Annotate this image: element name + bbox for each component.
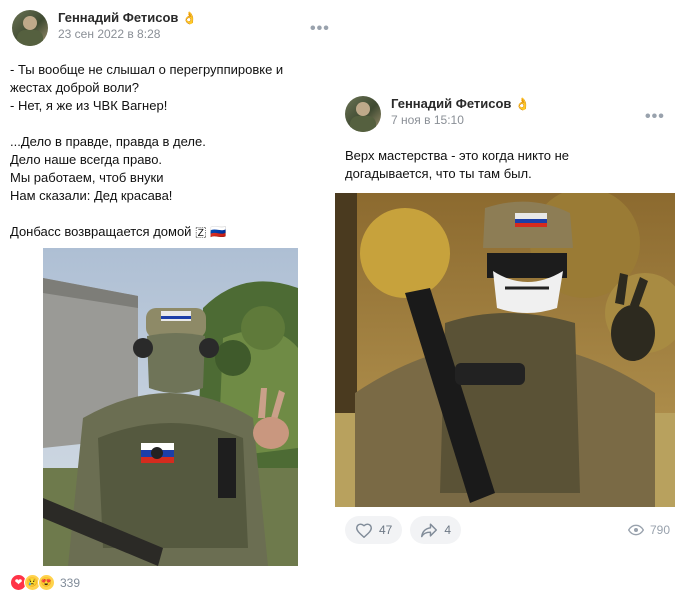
views-counter: 790 — [627, 523, 670, 537]
like-button[interactable]: 47 — [345, 516, 403, 544]
share-button[interactable]: 4 — [410, 516, 462, 544]
avatar[interactable] — [12, 10, 48, 46]
soldier-photo-2 — [335, 193, 675, 507]
author-emoji: 👌 — [182, 11, 197, 25]
post-left: Геннадий Фетисов 👌 23 сен 2022 в 8:28 ••… — [0, 0, 340, 600]
post-header: Геннадий Фетисов 👌 23 сен 2022 в 8:28 — [12, 10, 197, 46]
post-header: Геннадий Фетисов 👌 7 ноя в 15:10 — [345, 96, 530, 132]
like-count: 47 — [379, 523, 393, 537]
reactions-count: 339 — [60, 575, 81, 590]
post-meta: Геннадий Фетисов 👌 23 сен 2022 в 8:28 — [58, 10, 197, 41]
post-text: - Ты вообще не слышал о перегруппировке … — [10, 62, 284, 239]
eye-icon — [627, 524, 644, 536]
post-photo[interactable] — [43, 248, 298, 566]
share-count: 4 — [444, 523, 452, 537]
author-name-text[interactable]: Геннадий Фетисов — [58, 10, 178, 25]
post-date[interactable]: 23 сен 2022 в 8:28 — [58, 27, 197, 41]
more-options-button[interactable]: ••• — [310, 20, 330, 38]
action-bar: 47 4 — [345, 516, 469, 544]
post-meta: Геннадий Фетисов 👌 7 ноя в 15:10 — [391, 96, 530, 127]
post-date[interactable]: 7 ноя в 15:10 — [391, 113, 530, 127]
author-emoji: 👌 — [515, 97, 530, 111]
share-icon — [421, 523, 438, 538]
heart-icon — [355, 523, 373, 538]
author-name[interactable]: Геннадий Фетисов 👌 — [58, 10, 197, 25]
more-options-button[interactable]: ••• — [645, 108, 665, 126]
author-name-text[interactable]: Геннадий Фетисов — [391, 96, 511, 111]
post-text: Верх мастерства - это когда никто не дог… — [345, 148, 570, 181]
author-name[interactable]: Геннадий Фетисов 👌 — [391, 96, 530, 111]
avatar[interactable] — [345, 96, 381, 132]
soldier-photo-1 — [43, 248, 298, 566]
post-photo[interactable] — [335, 193, 675, 507]
views-count: 790 — [649, 523, 670, 537]
post-right: Геннадий Фетисов 👌 7 ноя в 15:10 ••• Вер… — [335, 86, 690, 556]
love-eyes-reaction-icon: 😍 — [38, 574, 55, 591]
reactions-summary[interactable]: ❤ 😢 😍 339 — [10, 574, 80, 591]
